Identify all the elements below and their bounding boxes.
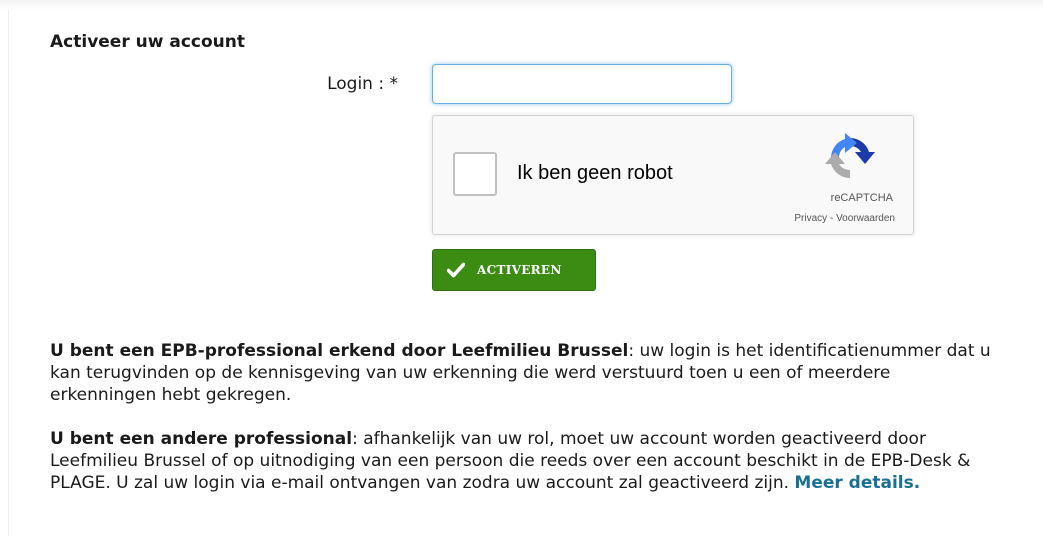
recaptcha-widget: Ik ben geen robot reCAPTCHA Privacy - Vo… [432, 115, 914, 235]
section-title: Activeer uw account [50, 32, 245, 52]
recaptcha-logo-icon [825, 133, 875, 178]
info-paragraph-epb-professional: U bent een EPB-professional erkend door … [50, 340, 1000, 406]
check-icon [447, 262, 465, 278]
info-paragraph-other-professional: U bent een andere professional: afhankel… [50, 428, 1000, 494]
recaptcha-checkbox[interactable] [453, 152, 497, 196]
info-paragraph-1-heading: U bent een EPB-professional erkend door … [50, 341, 629, 361]
recaptcha-link-separator: - [827, 213, 837, 224]
recaptcha-label: Ik ben geen robot [517, 162, 673, 184]
recaptcha-links: Privacy - Voorwaarden [794, 213, 895, 224]
recaptcha-privacy-link[interactable]: Privacy [794, 213, 827, 224]
recaptcha-terms-link[interactable]: Voorwaarden [836, 213, 895, 224]
login-label: Login : * [327, 74, 398, 94]
top-shadow [0, 0, 1043, 10]
info-paragraph-2-heading: U bent een andere professional [50, 429, 353, 449]
activate-button-label: ACTIVEREN [477, 263, 562, 277]
more-details-link[interactable]: Meer details. [794, 473, 920, 493]
login-input[interactable] [432, 64, 732, 104]
activate-button[interactable]: ACTIVEREN [432, 249, 596, 291]
recaptcha-brand: reCAPTCHA [830, 192, 893, 204]
